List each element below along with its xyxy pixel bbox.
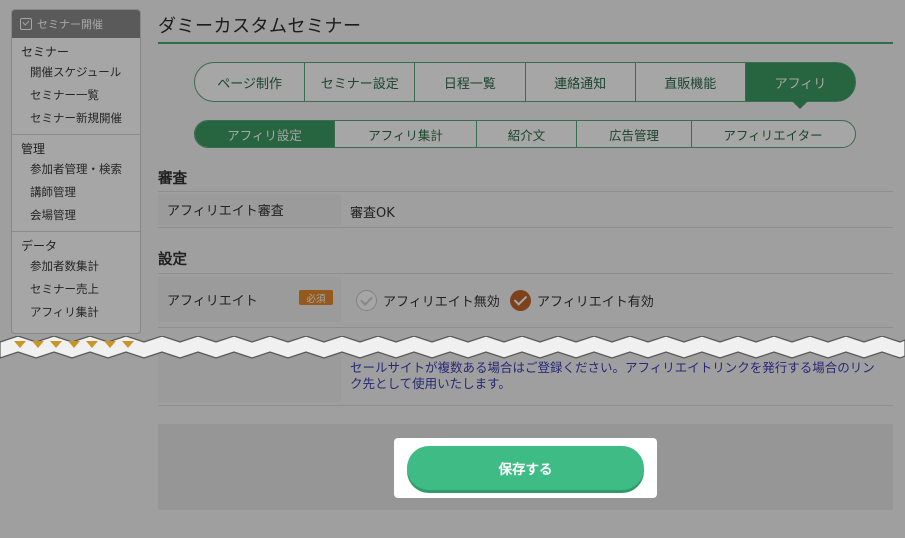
radio-affiliate-disabled[interactable]: アフィリエイト無効: [356, 290, 500, 311]
divider: [158, 327, 893, 328]
tab-schedule-list[interactable]: 日程一覧: [415, 63, 526, 101]
review-value: 審査OK: [350, 206, 395, 221]
sidebar-item-venues[interactable]: 会場管理: [12, 204, 140, 227]
main-tabs: ページ制作 セミナー設定 日程一覧 連絡通知 直販機能 アフィリ: [194, 62, 856, 109]
subtab-affiliate-stats[interactable]: アフィリ集計: [335, 121, 477, 147]
sidebar: セミナー開催 セミナー 開催スケジュール セミナー一覧 セミナー新規開催 管理 …: [11, 9, 141, 334]
affiliate-setting-label: アフィリエイト 必須: [158, 277, 341, 322]
save-button[interactable]: 保存する: [407, 446, 644, 490]
sidebar-section-title: セミナー: [21, 45, 70, 59]
review-label: アフィリエイト審査: [158, 194, 341, 225]
sidebar-section-title: 管理: [21, 142, 46, 156]
radio-label: アフィリエイト無効: [383, 295, 500, 310]
sidebar-item-schedule[interactable]: 開催スケジュール: [12, 61, 140, 84]
sidebar-item-participant-stats[interactable]: 参加者数集計: [12, 255, 140, 278]
calendar-check-icon: [20, 18, 32, 30]
check-off-icon: [356, 290, 377, 311]
section-heading-review: 審査: [158, 171, 187, 187]
sidebar-header[interactable]: セミナー開催: [12, 10, 140, 38]
subtab-ad-management[interactable]: 広告管理: [577, 121, 692, 147]
sidebar-section-manage: 管理 参加者管理・検索 講師管理 会場管理: [12, 135, 140, 232]
section-heading-settings: 設定: [158, 252, 187, 268]
radio-label: アフィリエイト有効: [537, 295, 654, 310]
sidebar-section-data: データ 参加者数集計 セミナー売上 アフィリ集計: [12, 232, 140, 328]
sidebar-section-title: データ: [21, 239, 58, 253]
sidebar-section-seminar: セミナー 開催スケジュール セミナー一覧 セミナー新規開催: [12, 38, 140, 135]
sidebar-item-seminar-sales[interactable]: セミナー売上: [12, 278, 140, 301]
sale-site-note: セールサイトが複数ある場合はご登録ください。アフィリエイトリンクを発行する場合の…: [350, 360, 875, 391]
sidebar-item-participants[interactable]: 参加者管理・検索: [12, 158, 140, 181]
check-on-icon: [510, 290, 531, 311]
divider: [158, 191, 893, 192]
zigzag-cut-divider: [0, 336, 905, 359]
subtab-introduction[interactable]: 紹介文: [477, 121, 577, 147]
tab-page-creation[interactable]: ページ制作: [195, 63, 306, 101]
sidebar-item-new-seminar[interactable]: セミナー新規開催: [12, 107, 140, 130]
tab-notifications[interactable]: 連絡通知: [526, 63, 636, 101]
sidebar-item-seminar-list[interactable]: セミナー一覧: [12, 84, 140, 107]
affiliate-setting-label-text: アフィリエイト: [167, 294, 258, 309]
title-divider: [158, 42, 893, 44]
divider: [158, 227, 893, 228]
tab-affiliate[interactable]: アフィリ: [745, 63, 856, 109]
divider: [158, 273, 893, 274]
tab-direct-sales[interactable]: 直販機能: [636, 63, 746, 101]
page-title: ダミーカスタムセミナー: [158, 16, 362, 37]
sidebar-item-affiliate-stats[interactable]: アフィリ集計: [12, 301, 140, 324]
radio-affiliate-enabled[interactable]: アフィリエイト有効: [510, 290, 654, 311]
sidebar-item-lecturers[interactable]: 講師管理: [12, 181, 140, 204]
sidebar-header-label: セミナー開催: [37, 18, 103, 31]
subtab-affiliators[interactable]: アフィリエイター: [692, 121, 854, 147]
sub-tabs: アフィリ設定 アフィリ集計 紹介文 広告管理 アフィリエイター: [194, 120, 856, 148]
required-badge: 必須: [299, 290, 333, 305]
divider: [158, 405, 893, 406]
tab-seminar-settings[interactable]: セミナー設定: [305, 63, 416, 101]
subtab-affiliate-settings[interactable]: アフィリ設定: [195, 121, 335, 147]
